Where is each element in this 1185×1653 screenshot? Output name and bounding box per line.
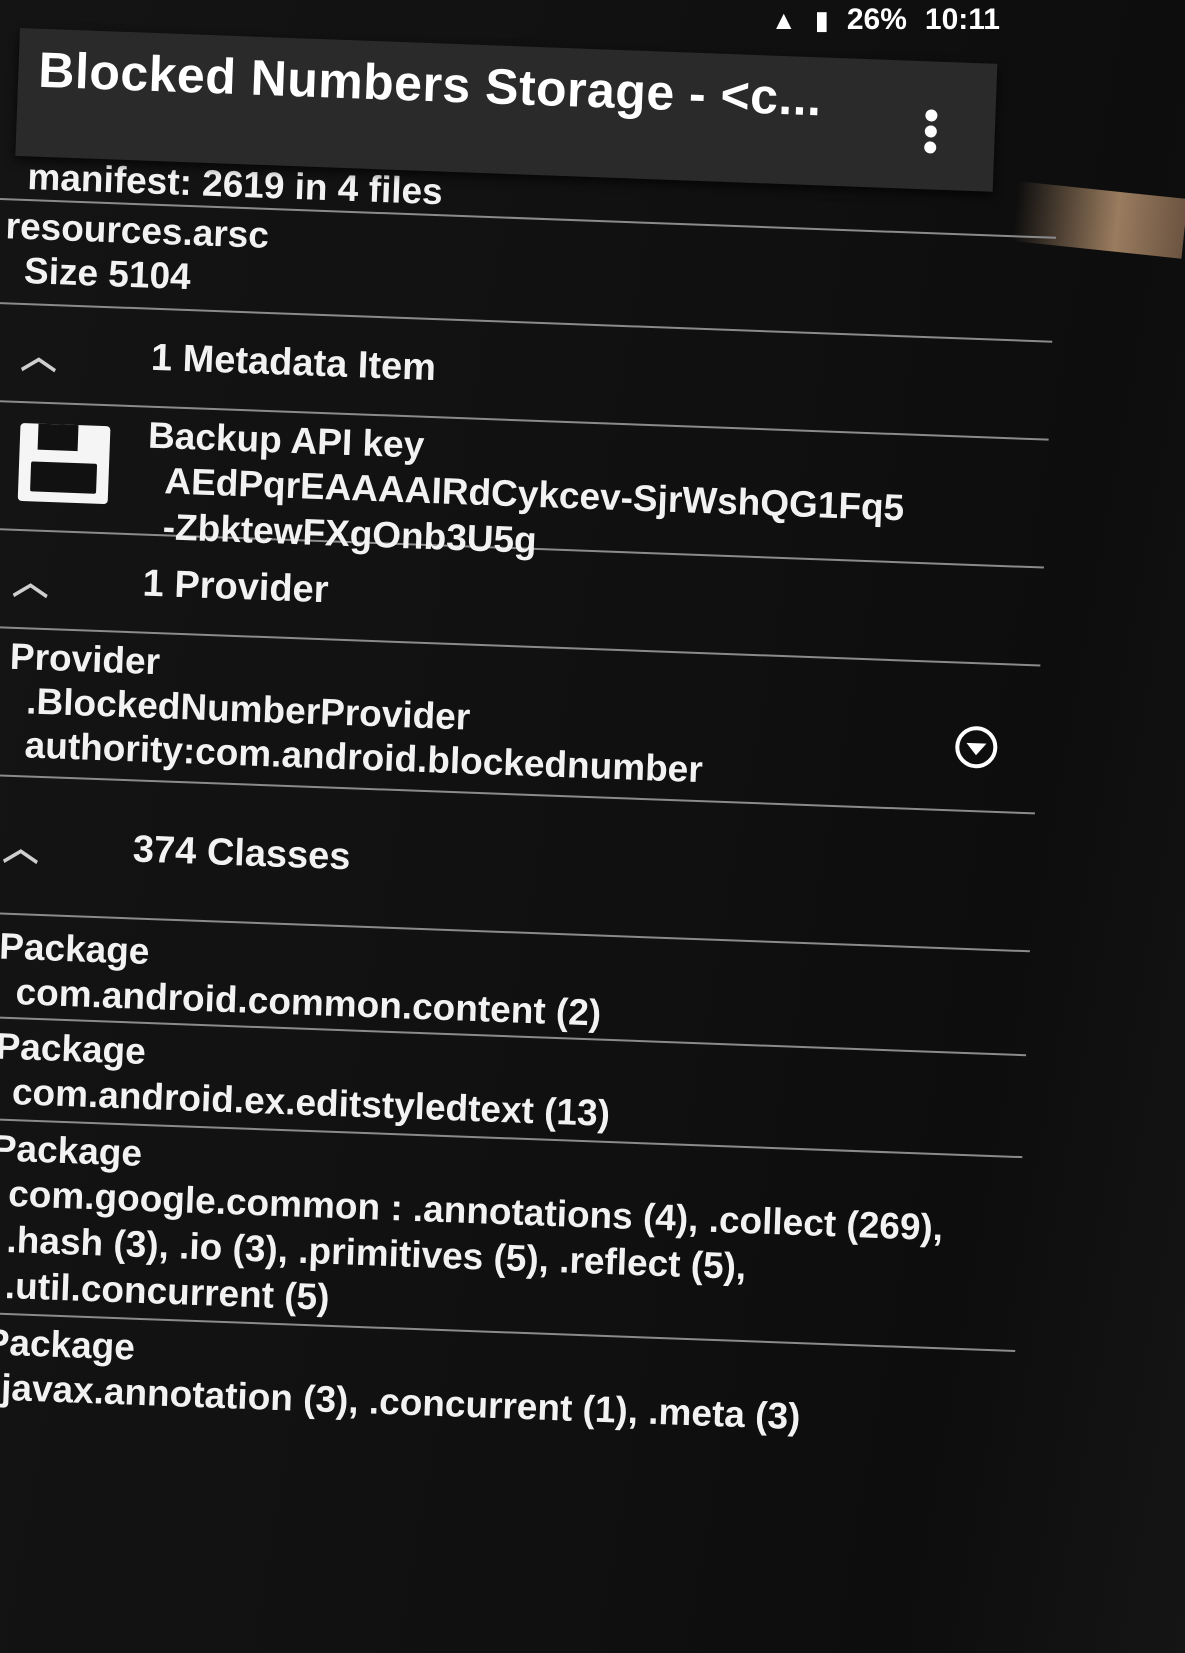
save-icon xyxy=(17,422,111,505)
app-title: Blocked Numbers Storage - <c... xyxy=(37,41,823,127)
metadata-section-title: 1 Metadata Item xyxy=(150,336,437,389)
chevron-up-icon[interactable]: ︿ xyxy=(12,553,74,607)
classes-section-title: 374 Classes xyxy=(132,827,352,878)
chevron-up-icon[interactable]: ︿ xyxy=(20,327,82,381)
battery-percent: 26% xyxy=(846,3,907,36)
details-list[interactable]: resources: 5104 in 1 files manifest: 261… xyxy=(0,110,1060,1452)
providers-section-title: 1 Provider xyxy=(141,562,330,611)
clock: 10:11 xyxy=(924,3,1000,36)
more-options-icon[interactable] xyxy=(924,109,938,154)
signal-icon: ▲ xyxy=(770,4,797,35)
chevron-up-icon[interactable]: ︿ xyxy=(2,819,64,873)
package-item[interactable]: Package com.google.common : .annotations… xyxy=(0,1119,1023,1353)
battery-icon: ▮ xyxy=(814,4,829,35)
